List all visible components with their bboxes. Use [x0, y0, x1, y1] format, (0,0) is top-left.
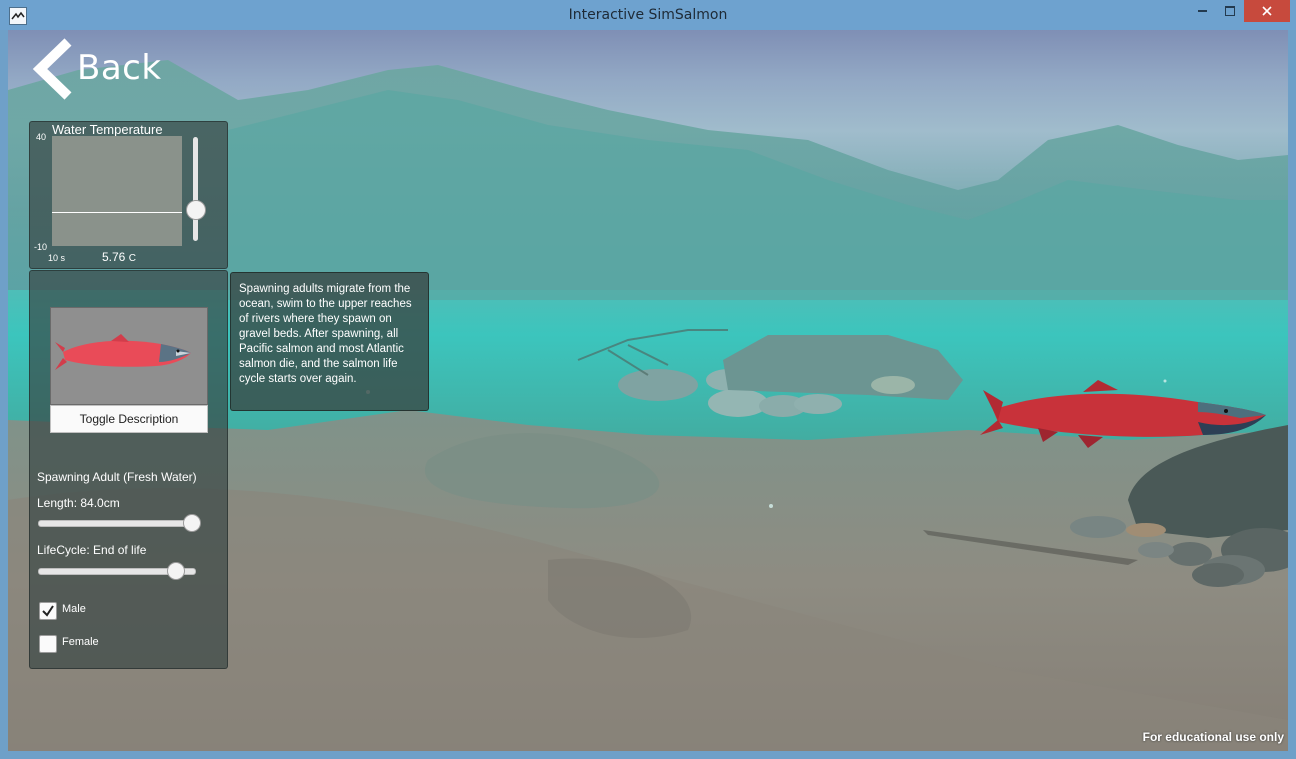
window-title: Interactive SimSalmon — [568, 7, 728, 23]
length-label: Length: 84.0cm — [37, 496, 120, 510]
description-text: Spawning adults migrate from the ocean, … — [239, 283, 412, 385]
title-bar: Interactive SimSalmon — [0, 0, 1296, 30]
temperature-unit: C — [128, 253, 136, 264]
minimize-icon[interactable] — [1190, 0, 1216, 22]
axis-min-label: -10 — [34, 242, 48, 252]
temperature-value: 5.76 — [102, 250, 126, 264]
male-checkbox[interactable] — [39, 602, 57, 620]
female-label: Female — [62, 636, 99, 648]
life-stage-label: Spawning Adult (Fresh Water) — [37, 470, 197, 484]
temperature-title: Water Temperature — [52, 122, 163, 137]
back-button[interactable]: Back — [32, 38, 161, 100]
toggle-description-button[interactable]: Toggle Description — [50, 405, 208, 433]
female-checkbox[interactable] — [39, 635, 57, 653]
chevron-left-icon — [32, 38, 72, 100]
time-window-label: 10 s — [48, 253, 66, 263]
temperature-readout: 5.76 C — [102, 250, 136, 264]
back-label: Back — [77, 48, 162, 88]
salmon-thumbnail — [50, 307, 208, 405]
lifecycle-label: LifeCycle: End of life — [37, 543, 147, 557]
temperature-graph — [52, 136, 182, 246]
maximize-icon[interactable] — [1217, 0, 1243, 22]
educational-use-note: For educational use only — [1142, 730, 1284, 744]
lifecycle-slider-thumb[interactable] — [167, 562, 185, 580]
salmon-info-panel: Toggle Description Spawning Adult (Fresh… — [29, 270, 228, 669]
temperature-line — [52, 212, 182, 213]
description-popup: Spawning adults migrate from the ocean, … — [230, 272, 429, 411]
temperature-slider-thumb[interactable] — [186, 200, 206, 220]
temperature-slider-track[interactable] — [193, 137, 198, 241]
checkmark-icon — [42, 605, 54, 617]
length-slider-track[interactable] — [38, 520, 196, 527]
salmon-image — [55, 334, 191, 370]
close-icon[interactable] — [1244, 0, 1290, 22]
axis-max-label: 40 — [36, 132, 47, 142]
water-temperature-panel: Water Temperature 40 -10 10 s 5.76 C — [29, 121, 228, 269]
length-slider-thumb[interactable] — [183, 514, 201, 532]
male-label: Male — [62, 603, 86, 615]
